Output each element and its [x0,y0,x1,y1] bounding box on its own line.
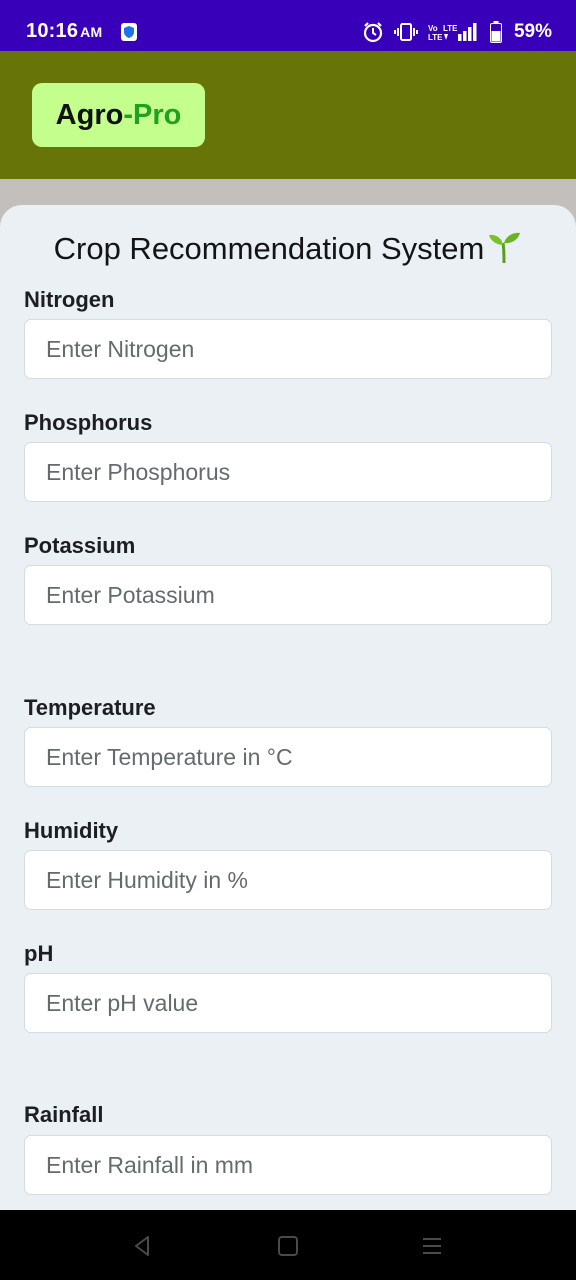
rainfall-input[interactable] [24,1135,552,1195]
signal-icon: Vo LTE LTE [428,23,477,42]
ph-input[interactable] [24,973,552,1033]
back-icon[interactable] [128,1232,156,1260]
logo-part-pro: Pro [133,98,182,131]
phosphorus-label: Phosphorus [24,410,153,435]
status-time-ampm: AM [80,24,103,40]
ph-label: pH [24,941,54,966]
temperature-label: Temperature [24,695,156,720]
status-time: 10:16 AM [26,20,102,43]
status-icons: Vo LTE LTE 59% [362,19,552,45]
app-logo[interactable]: Agro - Pro [32,83,205,147]
sprout-icon [489,232,521,264]
shield-icon [121,23,137,41]
svg-text:LTE: LTE [428,33,443,42]
menu-icon[interactable] [418,1232,446,1260]
battery-percent: 59% [513,21,552,42]
potassium-label: Potassium [24,533,136,558]
status-bar: 10:16 AM Vo LTE LTE 59% [0,0,576,51]
page-title-text: Crop Recommendation System [53,231,485,266]
svg-text:LTE: LTE [443,24,458,33]
potassium-input[interactable] [24,565,552,625]
form-card: Crop Recommendation System Nitrogen Phos… [0,205,576,1215]
humidity-label: Humidity [24,818,119,843]
logo-dash: - [123,98,133,131]
rainfall-label: Rainfall [24,1102,104,1127]
alarm-icon [363,22,383,43]
page-title: Crop Recommendation System [0,229,576,267]
temperature-input[interactable] [24,727,552,787]
humidity-input[interactable] [24,850,552,910]
nitrogen-label: Nitrogen [24,287,115,312]
logo-part-agro: Agro [55,98,124,131]
vibrate-icon [393,23,418,41]
app-header: Agro - Pro [0,51,576,179]
navigation-bar [0,1210,576,1280]
status-time-value: 10:16 [26,20,79,42]
svg-text:Vo: Vo [428,24,438,33]
nitrogen-input[interactable] [24,319,552,379]
home-icon[interactable] [274,1232,302,1260]
phosphorus-input[interactable] [24,442,552,502]
battery-icon [489,21,502,43]
